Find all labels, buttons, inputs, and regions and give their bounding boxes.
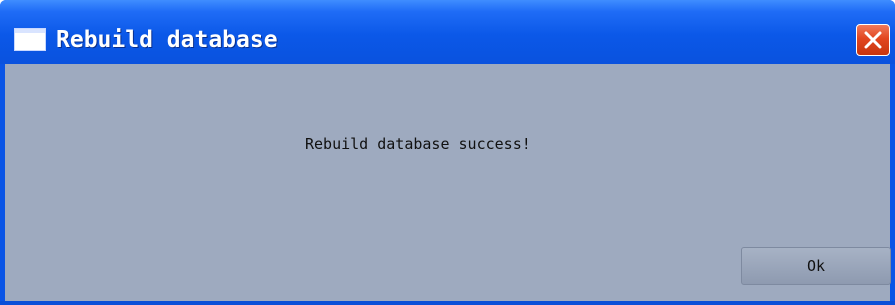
title-bar[interactable]: Rebuild database (0, 0, 895, 64)
close-icon (864, 31, 882, 49)
window-title: Rebuild database (56, 27, 278, 53)
dialog-window: Rebuild database Rebuild database succes… (0, 0, 895, 305)
dialog-body: Rebuild database success! Ok (5, 64, 891, 301)
ok-button[interactable]: Ok (741, 247, 891, 285)
window-bottom-border (0, 301, 895, 305)
close-button[interactable] (856, 24, 890, 56)
status-message: Rebuild database success! (305, 135, 531, 153)
window-icon (14, 28, 46, 51)
